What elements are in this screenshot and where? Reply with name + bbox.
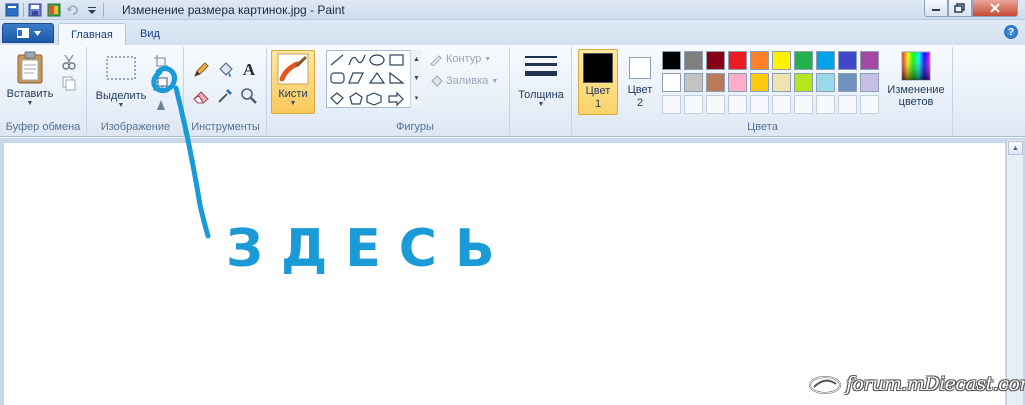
watermark: forum.mDiecast.com: [808, 372, 1025, 396]
annotation-layer: ЗДЕСЬ: [151, 65, 513, 279]
annotation-arrow: [173, 85, 211, 239]
annotation-text: ЗДЕСЬ: [226, 219, 513, 279]
watermark-text: forum.mDiecast.com: [846, 373, 1025, 395]
annotation-circle: [151, 65, 178, 94]
watermark-car-icon: [809, 376, 841, 394]
